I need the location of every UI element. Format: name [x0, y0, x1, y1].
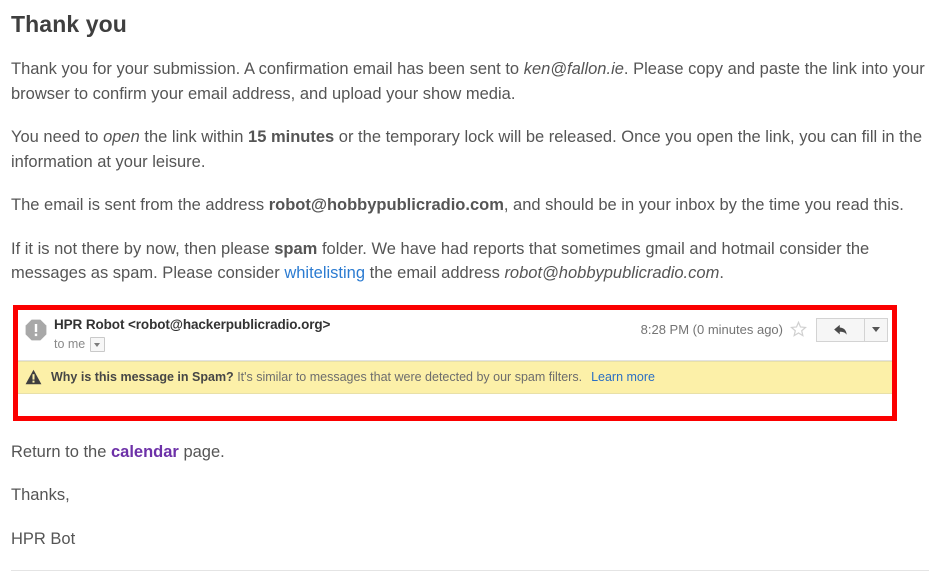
confirmation-paragraph: Thank you for your submission. A confirm…: [11, 57, 929, 106]
sender-line[interactable]: HPR Robot <robot@hackerpublicradio.org>: [54, 317, 631, 332]
time-limit-text-part1: You need to: [11, 128, 104, 146]
whitelisting-link[interactable]: whitelisting: [284, 264, 365, 282]
recipient-label: to me: [54, 337, 86, 351]
email-screenshot-figure: HPR Robot <robot@hackerpublicradio.org> …: [13, 304, 897, 421]
spam-notice-text: Why is this message in Spam? It's simila…: [51, 370, 655, 384]
page-title: Thank you: [11, 11, 127, 37]
time-limit-paragraph: You need to open the link within 15 minu…: [11, 125, 929, 174]
more-actions-button[interactable]: [864, 317, 888, 342]
chevron-down-icon: [872, 327, 880, 332]
calendar-link[interactable]: calendar: [111, 443, 179, 461]
email-header-actions: 8:28 PM (0 minutes ago): [631, 316, 892, 342]
reply-button[interactable]: [816, 317, 864, 342]
exclamation-octagon-icon: [25, 319, 47, 341]
spam-advice-paragraph: If it is not there by now, then please s…: [11, 237, 929, 286]
email-body-area: [18, 393, 892, 416]
sender-name: HPR Robot: [54, 316, 128, 332]
spam-notice-bar: Why is this message in Spam? It's simila…: [18, 360, 892, 394]
star-outline-icon[interactable]: [790, 321, 807, 338]
signature-paragraph: HPR Bot: [11, 529, 76, 548]
robot-email-bold: robot@hobbypublicradio.com: [268, 196, 504, 214]
user-email-address: ken@fallon.ie: [523, 60, 624, 78]
spam-advice-text-part1: If it is not there by now, then please: [11, 239, 275, 258]
sender-address-text-part2: , and should be in your inbox by the tim…: [503, 196, 904, 214]
spam-notice-description-text: It's similar to messages that were detec…: [237, 369, 583, 384]
sender-address-text-part1: The email is sent from the address: [11, 196, 269, 214]
return-text-part2: page.: [178, 442, 225, 461]
robot-email-italic: robot@hobbypublicradio.com: [504, 264, 720, 282]
email-timestamp: 8:28 PM (0 minutes ago): [640, 322, 783, 337]
spam-notice-question: Why is this message in Spam?: [51, 369, 234, 384]
spam-emphasis: spam: [274, 239, 318, 258]
thanks-paragraph: Thanks,: [11, 486, 70, 504]
time-limit-text-part2: the link within: [139, 128, 249, 146]
email-header-row: HPR Robot <robot@hackerpublicradio.org> …: [18, 310, 892, 361]
spam-advice-text-part3: the email address: [365, 264, 505, 282]
chevron-down-icon[interactable]: [90, 336, 106, 352]
confirmation-text-part1: Thank you for your submission. A confirm…: [11, 60, 524, 78]
footer-divider: [11, 570, 929, 571]
thank-you-page: Thank you Thank you for your submission.…: [0, 11, 929, 584]
sender-info: HPR Robot <robot@hackerpublicradio.org> …: [54, 316, 631, 352]
sender-address-paragraph: The email is sent from the address robot…: [11, 193, 929, 218]
recipient-row[interactable]: to me: [54, 336, 631, 352]
minutes-emphasis: 15 minutes: [248, 128, 335, 146]
sender-email: <robot@hackerpublicradio.org>: [128, 316, 331, 332]
return-paragraph: Return to the calendar page.: [11, 440, 929, 465]
learn-more-link[interactable]: Learn more: [591, 370, 655, 384]
warning-triangle-icon: [25, 369, 51, 385]
open-emphasis: open: [103, 128, 140, 146]
return-text-part1: Return to the: [11, 442, 111, 461]
reply-button-group: [816, 317, 888, 342]
spam-advice-text-part4: .: [719, 264, 724, 282]
